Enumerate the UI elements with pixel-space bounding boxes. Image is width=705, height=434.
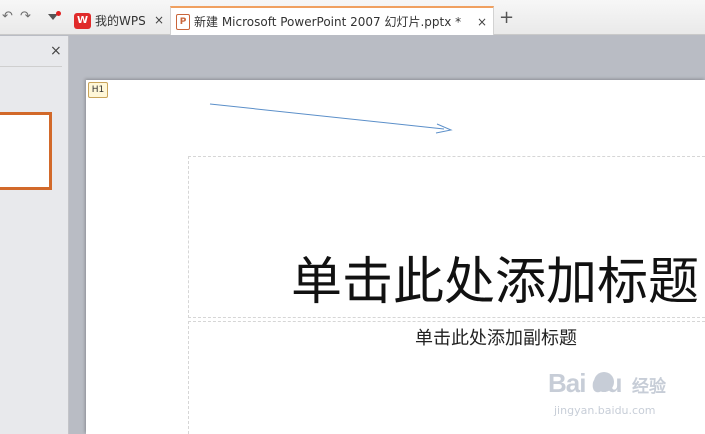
wps-logo-icon: W [74,12,91,29]
watermark-url: jingyan.baidu.com [554,404,656,417]
watermark-brand-cn: 经验 [632,377,666,397]
tab-label: 新建 Microsoft PowerPoint 2007 幻灯片.pptx * [194,15,462,29]
notification-dot-icon [56,11,61,16]
title-placeholder[interactable]: 单击此处添加标题 [188,156,705,318]
tab-my-wps[interactable]: W 我的WPS × [68,6,170,35]
subtitle-placeholder-text: 单击此处添加副标题 [415,328,577,349]
ppt-file-icon: P [176,13,190,30]
close-tab-icon[interactable]: × [154,13,164,27]
pane-divider [0,66,62,67]
baidu-watermark: Bai du 经验 jingyan.baidu.com [548,368,678,422]
tab-label: 我的WPS [95,14,146,28]
close-pane-icon[interactable]: × [50,43,62,59]
close-tab-icon[interactable]: × [477,15,487,29]
slide-thumbnail-pane: × [0,36,69,434]
title-placeholder-text: 单击此处添加标题 [290,253,699,312]
new-tab-button[interactable]: + [499,9,514,27]
tab-bar: ↶ ↷ W 我的WPS × P 新建 Microsoft PowerPoint … [0,0,705,35]
layout-tag-badge: H1 [88,82,108,98]
paw-icon [594,372,614,392]
tab-presentation-file[interactable]: P 新建 Microsoft PowerPoint 2007 幻灯片.pptx … [170,6,494,35]
slide-thumbnail-1[interactable] [0,112,52,190]
redo-icon[interactable]: ↷ [20,10,31,24]
undo-icon[interactable]: ↶ [2,10,13,24]
